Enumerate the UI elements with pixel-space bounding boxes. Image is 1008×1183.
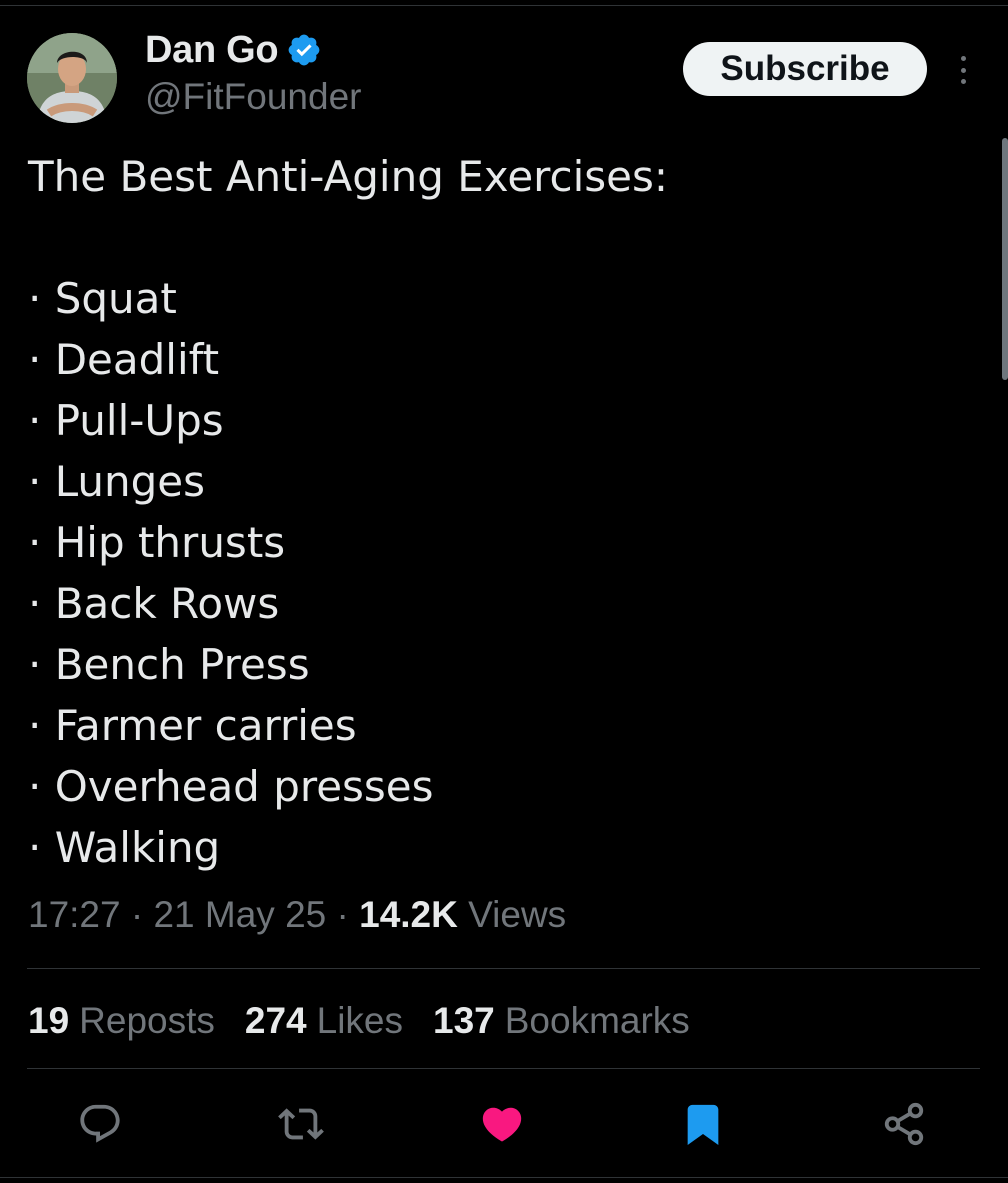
list-item: · Squat (28, 274, 177, 323)
tweet-title: The Best Anti-Aging Exercises: (28, 152, 669, 201)
bottom-border (0, 1177, 1008, 1178)
list-item: · Bench Press (28, 640, 310, 689)
bookmarks-count: 137 (433, 1000, 495, 1041)
list-item: · Lunges (28, 457, 205, 506)
list-item: · Back Rows (28, 579, 280, 628)
author-name-row[interactable]: Dan Go (145, 28, 322, 72)
likes-count: 274 (244, 1000, 307, 1041)
list-item: · Walking (28, 823, 221, 872)
list-item: · Overhead presses (28, 762, 434, 811)
likes-label: Likes (316, 1000, 404, 1041)
reposts-label: Reposts (79, 1000, 215, 1041)
reposts-stat[interactable]: 19 Reposts (28, 1000, 215, 1042)
views-label[interactable]: Views (458, 894, 566, 935)
list-item: · Pull-Ups (28, 396, 224, 445)
tweet-meta: 17:27 · 21 May 25 · 14.2K Views (28, 894, 566, 936)
like-icon[interactable] (478, 1100, 526, 1148)
verified-badge-icon[interactable] (286, 32, 322, 68)
timestamp[interactable]: 17:27 · 21 May 25 · (28, 894, 359, 935)
divider (27, 1068, 980, 1069)
bookmarks-label: Bookmarks (504, 1000, 690, 1041)
bookmarks-stat[interactable]: 137 Bookmarks (433, 1000, 690, 1042)
tweet-text: The Best Anti-Aging Exercises: · Squat ·… (28, 146, 978, 878)
likes-stat[interactable]: 274 Likes (245, 1000, 403, 1042)
top-border (0, 5, 1008, 6)
author-avatar[interactable] (27, 33, 117, 123)
list-item: · Deadlift (28, 335, 220, 384)
list-item: · Farmer carries (28, 701, 357, 750)
subscribe-button[interactable]: Subscribe (683, 42, 927, 96)
more-options-icon[interactable] (950, 50, 976, 90)
reposts-count: 19 (28, 1000, 70, 1041)
author-name[interactable]: Dan Go (145, 29, 279, 72)
share-icon[interactable] (880, 1100, 928, 1148)
bookmark-icon[interactable] (679, 1100, 727, 1148)
divider (27, 968, 980, 969)
list-item: · Hip thrusts (28, 518, 286, 567)
engagement-stats: 19 Reposts 274 Likes 137 Bookmarks (28, 1000, 720, 1042)
reply-icon[interactable] (76, 1100, 124, 1148)
author-handle[interactable]: @FitFounder (145, 76, 361, 118)
views-count[interactable]: 14.2K (359, 894, 458, 935)
repost-icon[interactable] (277, 1100, 325, 1148)
scrollbar[interactable] (1002, 138, 1008, 380)
